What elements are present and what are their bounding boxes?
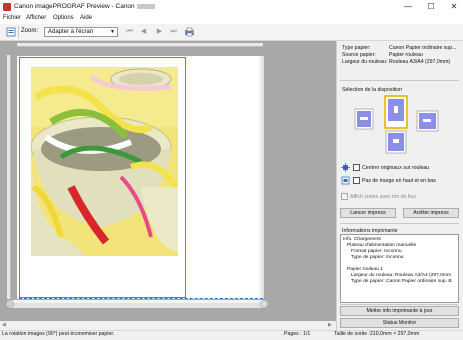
no-margin-checkbox[interactable] bbox=[353, 177, 360, 184]
next-page-icon[interactable]: ▶ bbox=[155, 27, 164, 37]
info-line: Plateau d'alimentation manuelle bbox=[347, 243, 417, 248]
paper-type-label: Type papier: bbox=[342, 45, 371, 51]
chevron-down-icon: ▼ bbox=[110, 29, 115, 35]
blank-area-checkbox[interactable] bbox=[341, 193, 348, 200]
output-size: Taille de sortie :210,0mm × 297,0mm bbox=[334, 331, 420, 337]
center-original-checkbox[interactable] bbox=[353, 164, 360, 171]
roll-width-value: Rouleau A3/A4 (297,0mm) bbox=[389, 59, 451, 65]
info-line: Format papier: Inconnu bbox=[351, 249, 402, 254]
layout-option-right-icon bbox=[416, 110, 439, 132]
center-original-icon bbox=[341, 163, 350, 172]
info-line: Type de papier: Inconnu bbox=[351, 255, 404, 260]
status-message: La rotation images (90°) peut économiser… bbox=[2, 331, 115, 337]
info-line: Largeur du rouleau: Rouleau A3/A4 (297,0… bbox=[351, 273, 452, 278]
no-margin-label: Pas de marge en haut et en bas bbox=[362, 178, 436, 184]
horizontal-ruler bbox=[17, 43, 263, 47]
layout-selector[interactable] bbox=[341, 95, 459, 155]
scroll-right-icon[interactable]: ▶ bbox=[328, 322, 332, 328]
close-button[interactable]: ✕ bbox=[449, 2, 459, 12]
first-page-icon[interactable]: ⏮ bbox=[125, 27, 134, 37]
panel-divider bbox=[340, 80, 459, 81]
layout-option-bottom-icon bbox=[385, 130, 407, 154]
stop-button[interactable]: Arrêter impress bbox=[403, 208, 459, 218]
layout-option-left-icon bbox=[354, 108, 374, 130]
blank-area-label: Affich zones avec ton de fluo bbox=[350, 194, 417, 200]
no-margin-icon bbox=[341, 176, 350, 185]
info-scroll-track[interactable] bbox=[341, 304, 458, 305]
printer-info-box[interactable]: Info. Chargement Plateau d'alimentation … bbox=[340, 234, 459, 303]
vertical-ruler bbox=[7, 55, 11, 299]
paper-source-label: Source papier: bbox=[342, 52, 376, 58]
minimize-button[interactable]: — bbox=[403, 2, 413, 12]
redacted-name bbox=[136, 3, 155, 9]
app-icon bbox=[3, 3, 11, 11]
print-button[interactable]: Lancer impress bbox=[340, 208, 396, 218]
info-line: Type de papier: Canon Papier ordinaire s… bbox=[351, 279, 452, 284]
status-monitor-button[interactable]: Status Monitor bbox=[340, 318, 459, 328]
print-settings-icon[interactable] bbox=[184, 27, 194, 37]
info-line: Papier rouleau 1 bbox=[347, 267, 383, 272]
window-title: Canon imagePROGRAF Preview - Canon bbox=[14, 3, 155, 10]
menu-help[interactable]: Aide bbox=[80, 15, 92, 21]
page-count: Pages : 1/1 bbox=[284, 331, 311, 337]
paper-roll bbox=[5, 299, 269, 309]
update-printer-info-button[interactable]: Mettre info imprimante à jour bbox=[340, 306, 459, 316]
page-layout-icon[interactable] bbox=[6, 27, 16, 37]
zoom-select[interactable]: Adapter à l'écran ▼ bbox=[44, 27, 118, 37]
zoom-label: Zoom: bbox=[21, 28, 39, 34]
horizontal-scrollbar[interactable] bbox=[0, 321, 336, 330]
window-title-text: Canon imagePROGRAF Preview - Canon bbox=[14, 3, 135, 10]
layout-option-center-icon bbox=[384, 95, 408, 129]
roll-width-label: Largeur du rouleau: bbox=[342, 59, 388, 65]
info-line: Info. Chargement bbox=[343, 237, 381, 242]
maximize-button[interactable]: ☐ bbox=[426, 2, 436, 12]
toolbar-divider bbox=[18, 26, 19, 38]
last-page-icon[interactable]: ⏭ bbox=[169, 27, 178, 37]
paper-source-value: Papier rouleau bbox=[389, 52, 423, 58]
preview-image bbox=[31, 67, 178, 256]
center-original-label: Centrer originaux sur rouleau bbox=[362, 165, 430, 171]
zoom-select-value: Adapter à l'écran bbox=[48, 29, 94, 35]
layout-section-title: Sélection de la disposition bbox=[342, 87, 402, 93]
panel-divider bbox=[340, 223, 459, 224]
paper-type-value: Canon Papier ordinaire sup... bbox=[389, 45, 457, 51]
scroll-left-icon[interactable]: ◀ bbox=[2, 322, 6, 328]
menu-options[interactable]: Options bbox=[53, 15, 74, 21]
menu-view[interactable]: Afficher bbox=[26, 15, 46, 21]
menu-file[interactable]: Fichier bbox=[3, 15, 21, 21]
paper-edge-shade bbox=[258, 56, 264, 299]
previous-page-icon[interactable]: ◀ bbox=[139, 27, 148, 37]
